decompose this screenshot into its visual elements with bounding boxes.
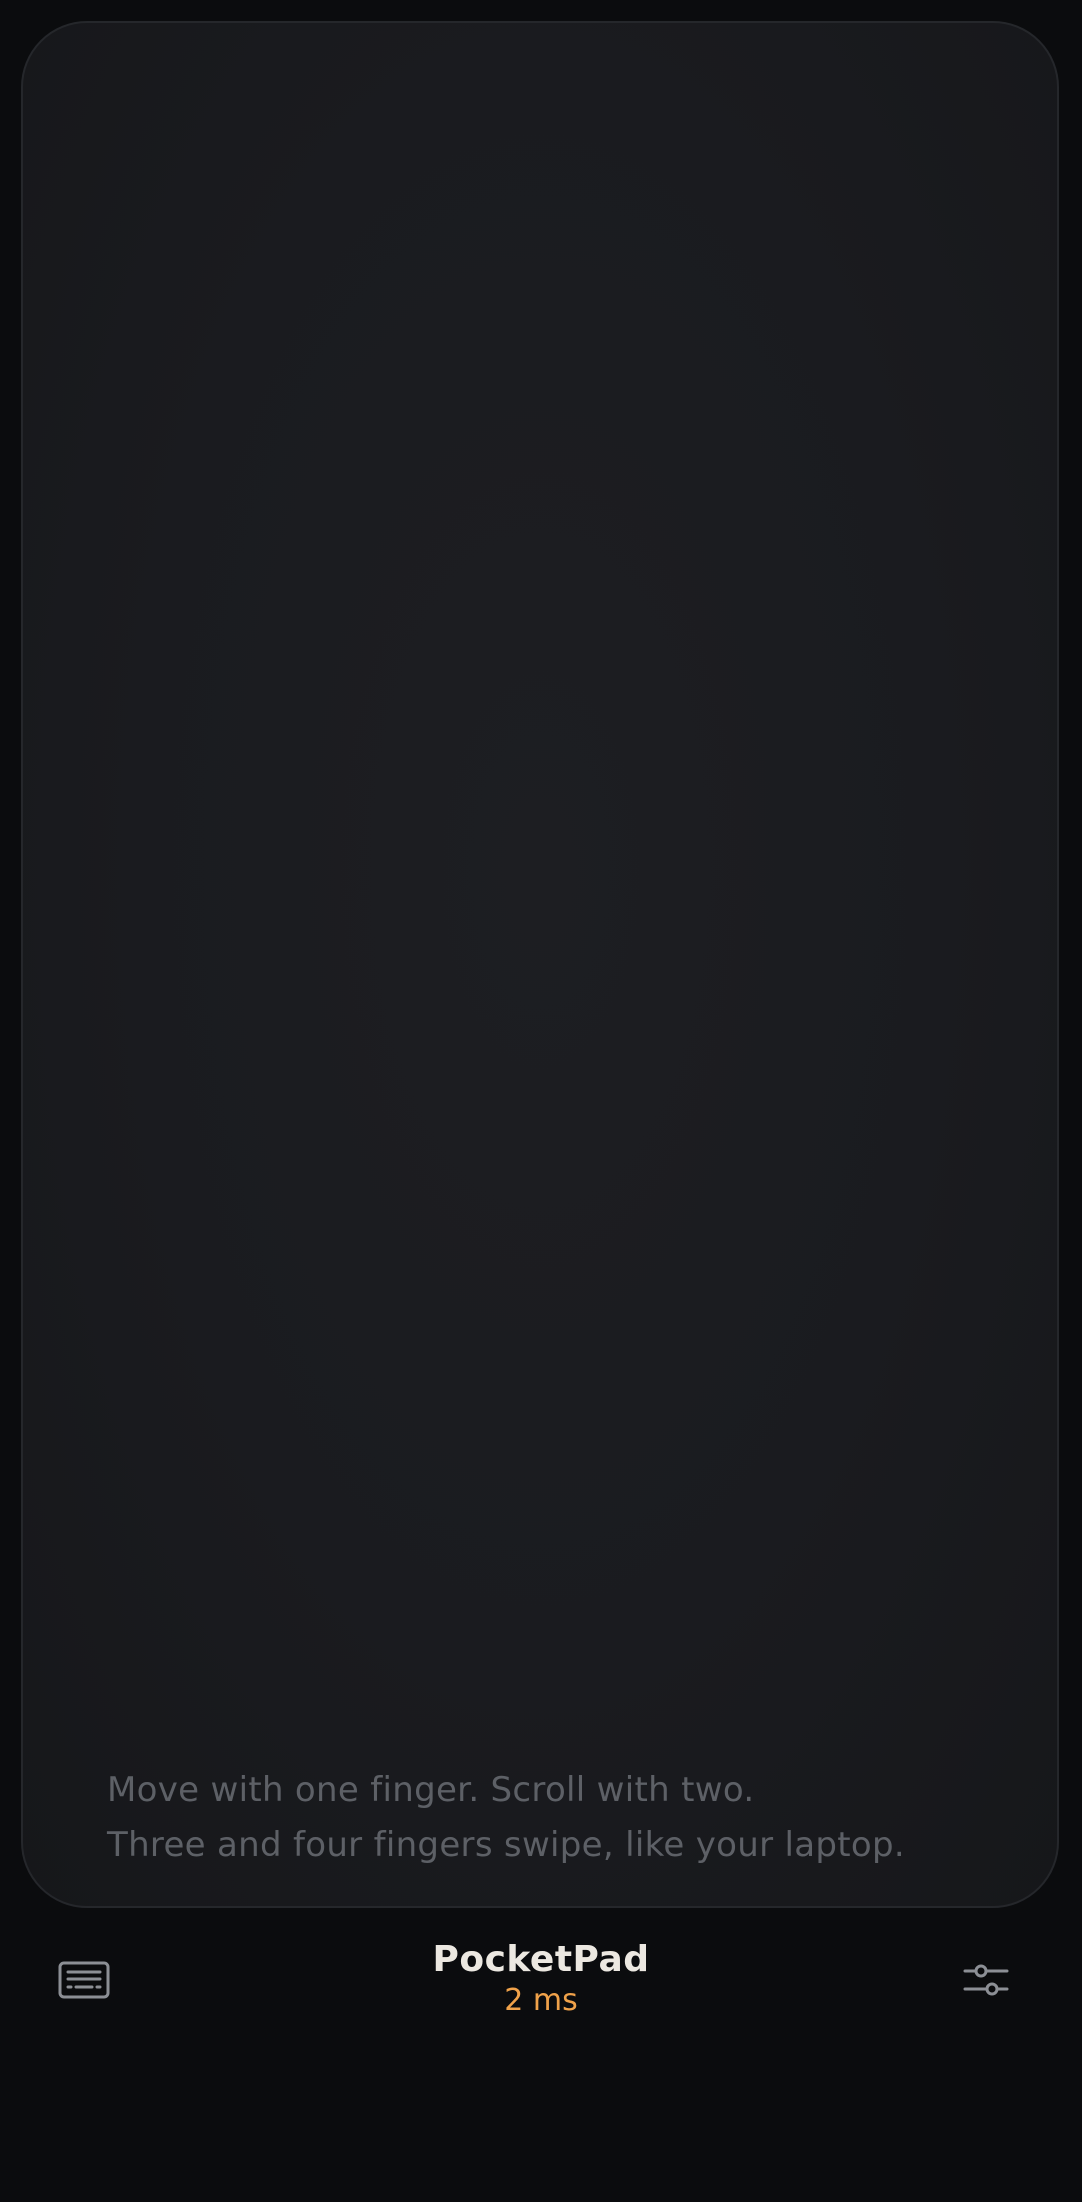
bottom-bar: PocketPad 2 ms: [0, 1930, 1082, 2034]
gesture-hint: Move with one finger. Scroll with two. T…: [107, 1763, 905, 1873]
gesture-hint-line-1: Move with one finger. Scroll with two.: [107, 1770, 755, 1810]
gesture-hint-line-2: Three and four fingers swipe, like your …: [107, 1825, 905, 1865]
keyboard-button[interactable]: [48, 1950, 120, 2010]
connection-status: PocketPad 2 ms: [391, 1938, 691, 2020]
latency-readout: 2 ms: [504, 1983, 578, 2018]
settings-button[interactable]: [950, 1950, 1022, 2010]
trackpad-surface[interactable]: Move with one finger. Scroll with two. T…: [21, 21, 1059, 1908]
app-title: PocketPad: [432, 1939, 650, 1980]
sliders-icon: [963, 1964, 1009, 1996]
keyboard-icon: [58, 1961, 110, 1999]
